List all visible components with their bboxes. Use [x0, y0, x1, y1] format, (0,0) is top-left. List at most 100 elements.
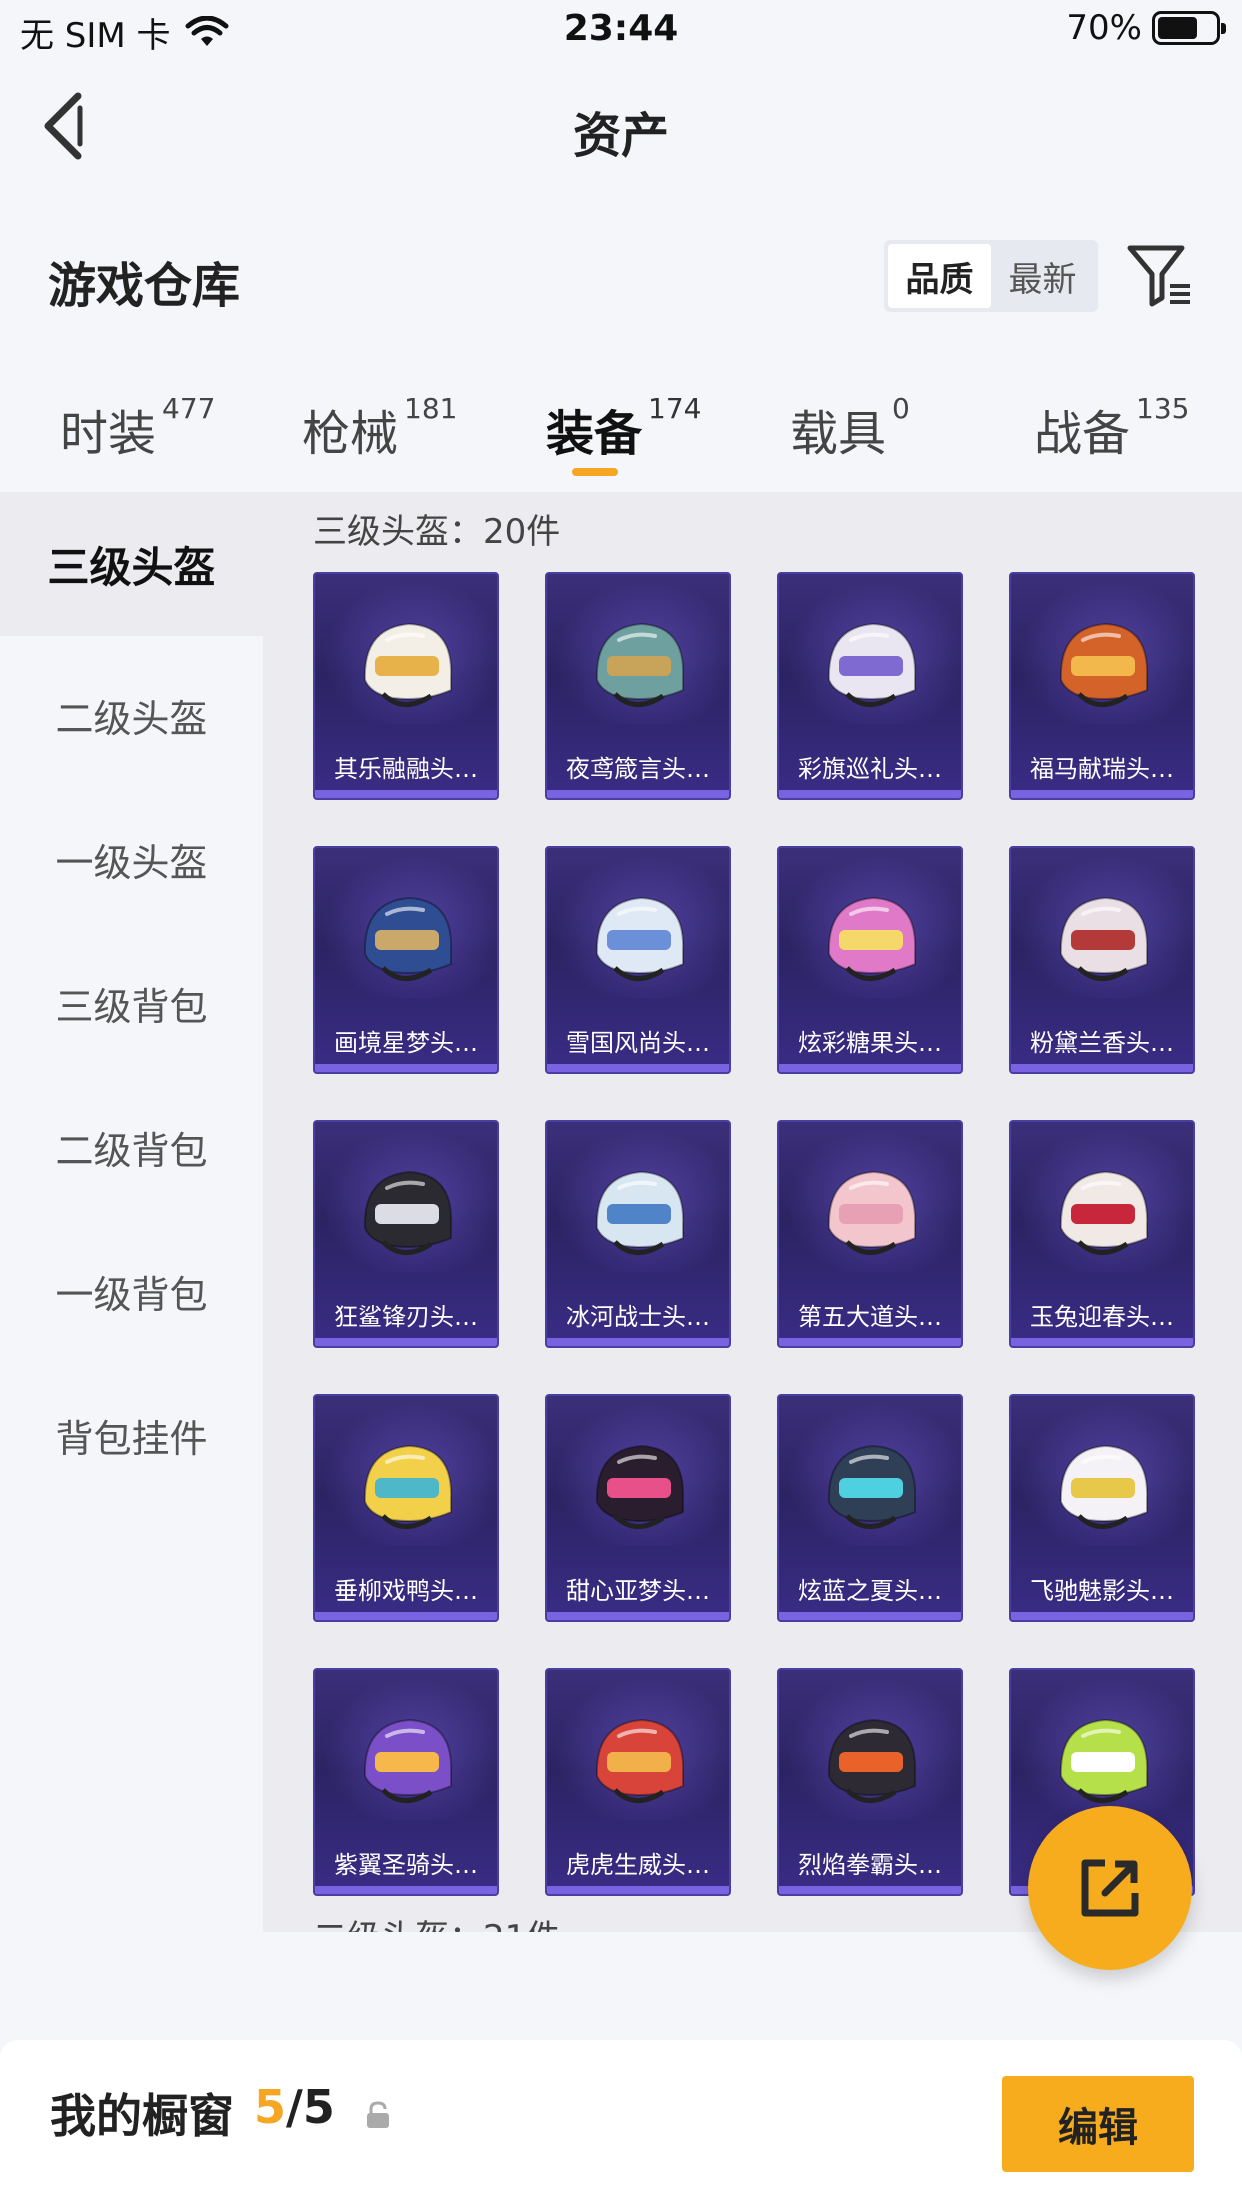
- item-card-rarity-bar: [315, 1612, 497, 1620]
- sort-quality-option[interactable]: 品质: [888, 244, 991, 308]
- item-card[interactable]: 烈焰拳霸头…: [777, 1668, 963, 1896]
- clock: 23:44: [563, 8, 679, 49]
- helmet-icon: [827, 1170, 917, 1255]
- item-card-rarity-bar: [315, 1338, 497, 1346]
- item-card-rarity-bar: [1011, 1064, 1193, 1072]
- item-card[interactable]: 玉兔迎春头…: [1009, 1120, 1195, 1348]
- battery-percent: 70%: [1066, 8, 1142, 48]
- tab-count: 477: [162, 392, 216, 425]
- sidebar-item-level1-helmet[interactable]: 一级头盔: [0, 832, 263, 887]
- tab-count: 181: [404, 392, 458, 425]
- tab-count: 0: [892, 392, 910, 425]
- sidebar-item-level3-backpack[interactable]: 三级背包: [0, 976, 263, 1031]
- item-card[interactable]: 夜鸢箴言头…: [545, 572, 731, 800]
- item-card[interactable]: 飞驰魅影头…: [1009, 1394, 1195, 1622]
- item-card-rarity-bar: [779, 790, 961, 798]
- sidebar-item-level3-helmet[interactable]: 三级头盔: [0, 492, 263, 636]
- item-card-label: 紫翼圣骑头…: [334, 1851, 478, 1879]
- item-card[interactable]: 紫翼圣骑头…: [313, 1668, 499, 1896]
- tab-label: 枪械: [302, 406, 399, 462]
- item-card-rarity-bar: [315, 790, 497, 798]
- item-card-rarity-bar: [779, 1612, 961, 1620]
- sort-newest-option[interactable]: 最新: [991, 244, 1094, 308]
- item-card[interactable]: 炫彩糖果头…: [777, 846, 963, 1074]
- tab-firearms[interactable]: 枪械 181: [302, 392, 458, 464]
- helmet-icon: [1059, 1170, 1149, 1255]
- item-card-rarity-bar: [547, 1338, 729, 1346]
- helmet-icon: [827, 1444, 917, 1529]
- item-card[interactable]: 福马献瑞头…: [1009, 572, 1195, 800]
- sidebar-item-level2-helmet[interactable]: 二级头盔: [0, 688, 263, 743]
- item-card-label: 雪国风尚头…: [566, 1029, 710, 1057]
- item-card-label: 狂鲨锋刃头…: [334, 1303, 478, 1331]
- item-card-label: 飞驰魅影头…: [1030, 1577, 1174, 1605]
- page-title: 资产: [572, 108, 669, 164]
- battery-level: [1158, 17, 1198, 39]
- showcase-count: 5/5: [254, 2080, 335, 2134]
- item-card-rarity-bar: [547, 790, 729, 798]
- helmet-icon: [363, 1718, 453, 1803]
- item-card-label: 冰河战士头…: [566, 1303, 710, 1331]
- sidebar-item-backpack-pendant[interactable]: 背包挂件: [0, 1408, 263, 1463]
- next-group-title: 二级头盔：21件: [313, 1910, 560, 1932]
- tab-count: 135: [1136, 392, 1190, 425]
- item-card[interactable]: 狂鲨锋刃头…: [313, 1120, 499, 1348]
- helmet-icon: [827, 1718, 917, 1803]
- item-card[interactable]: 炫蓝之夏头…: [777, 1394, 963, 1622]
- tab-label: 时装: [60, 406, 157, 462]
- item-card-rarity-bar: [547, 1886, 729, 1894]
- helmet-icon: [363, 896, 453, 981]
- status-right: 70%: [1066, 8, 1226, 48]
- item-card-label: 彩旗巡礼头…: [798, 755, 942, 783]
- sidebar-item-level1-backpack[interactable]: 一级背包: [0, 1264, 263, 1319]
- tab-supplies[interactable]: 战备 135: [1034, 392, 1190, 464]
- item-card-label: 烈焰拳霸头…: [798, 1851, 942, 1879]
- showcase-bar: 我的橱窗 5/5 编辑: [0, 2040, 1242, 2208]
- helmet-icon: [595, 1718, 685, 1803]
- item-card-rarity-bar: [779, 1886, 961, 1894]
- item-card-label: 其乐融融头…: [334, 755, 478, 783]
- item-card[interactable]: 虎虎生威头…: [545, 1668, 731, 1896]
- item-card[interactable]: 画境星梦头…: [313, 846, 499, 1074]
- showcase-count-current: 5: [254, 2080, 287, 2134]
- sort-toggle: 品质 最新: [884, 240, 1098, 312]
- group-title: 三级头盔：20件: [313, 512, 561, 552]
- helmet-icon: [363, 1444, 453, 1529]
- item-card-rarity-bar: [779, 1338, 961, 1346]
- showcase-label: 我的橱窗: [50, 2089, 234, 2143]
- sidebar-item-level2-backpack[interactable]: 二级背包: [0, 1120, 263, 1175]
- helmet-icon: [1059, 896, 1149, 981]
- item-card-label: 虎虎生威头…: [566, 1851, 710, 1879]
- item-content: 三级头盔：20件 其乐融融头… 夜鸢箴言头… 彩旗巡礼头… 福马献瑞头… 画境星梦头… 雪…: [263, 492, 1242, 1932]
- edit-button[interactable]: 编辑: [1002, 2076, 1194, 2172]
- item-card[interactable]: 冰河战士头…: [545, 1120, 731, 1348]
- item-card[interactable]: 第五大道头…: [777, 1120, 963, 1348]
- tab-count: 174: [648, 392, 702, 425]
- tab-vehicles[interactable]: 载具 0: [790, 392, 910, 464]
- item-card-rarity-bar: [1011, 1338, 1193, 1346]
- helmet-icon: [595, 896, 685, 981]
- item-card[interactable]: 彩旗巡礼头…: [777, 572, 963, 800]
- helmet-icon: [1059, 622, 1149, 707]
- item-card-label: 第五大道头…: [798, 1303, 942, 1331]
- tab-equipment[interactable]: 装备 174: [546, 392, 702, 464]
- item-card[interactable]: 雪国风尚头…: [545, 846, 731, 1074]
- item-card-label: 粉黛兰香头…: [1030, 1029, 1174, 1057]
- item-card-rarity-bar: [547, 1612, 729, 1620]
- item-card-label: 垂柳戏鸭头…: [334, 1577, 478, 1605]
- item-card-rarity-bar: [1011, 790, 1193, 798]
- item-card-label: 炫彩糖果头…: [798, 1029, 942, 1057]
- battery-icon: [1152, 11, 1226, 45]
- helmet-icon: [827, 896, 917, 981]
- filter-icon[interactable]: [1124, 240, 1194, 310]
- item-card-label: 玉兔迎春头…: [1030, 1303, 1174, 1331]
- item-card[interactable]: 其乐融融头…: [313, 572, 499, 800]
- helmet-icon: [595, 1170, 685, 1255]
- tab-fashion[interactable]: 时装 477: [60, 392, 216, 464]
- share-button[interactable]: [1028, 1806, 1192, 1970]
- item-card[interactable]: 粉黛兰香头…: [1009, 846, 1195, 1074]
- item-card[interactable]: 垂柳戏鸭头…: [313, 1394, 499, 1622]
- sidebar: 三级头盔 二级头盔 一级头盔 三级背包 二级背包 一级背包 背包挂件: [0, 492, 263, 1932]
- item-card[interactable]: 甜心亚梦头…: [545, 1394, 731, 1622]
- item-card-label: 画境星梦头…: [334, 1029, 478, 1057]
